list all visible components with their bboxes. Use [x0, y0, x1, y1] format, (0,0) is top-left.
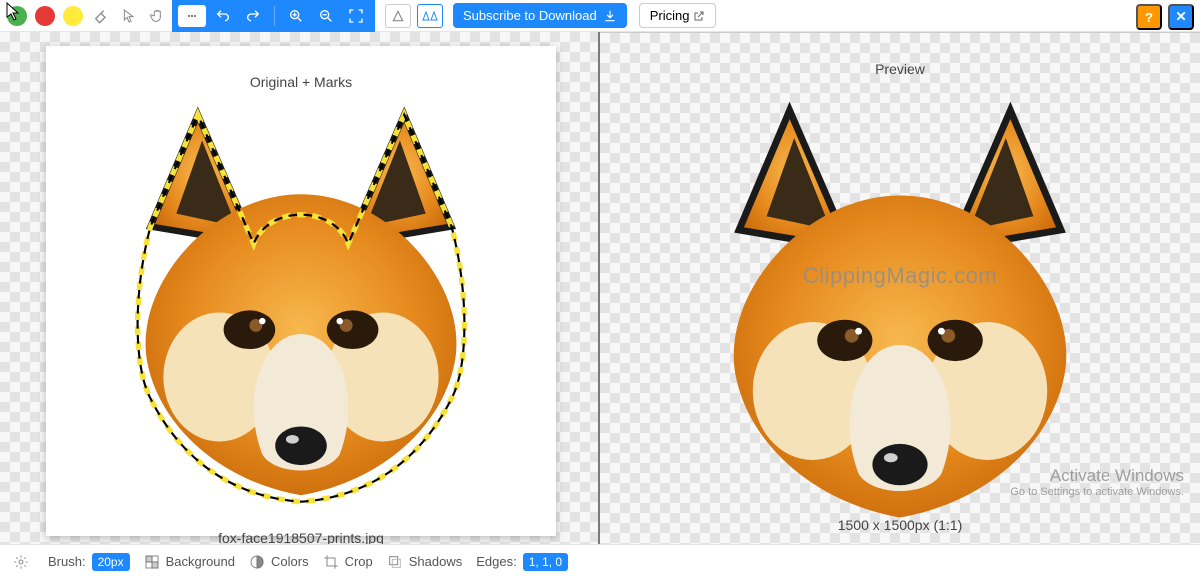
mark-tools-group	[4, 3, 170, 29]
undo-button[interactable]	[210, 3, 236, 29]
eraser-tool[interactable]	[88, 3, 114, 29]
download-icon	[603, 9, 617, 23]
pan-tool[interactable]	[144, 3, 170, 29]
zoom-out-button[interactable]	[313, 3, 339, 29]
options-dropdown[interactable]	[178, 5, 206, 27]
subscribe-label: Subscribe to Download	[463, 8, 597, 23]
edges-label: Edges:	[476, 554, 516, 569]
edges-value: 1, 1, 0	[523, 553, 568, 571]
external-link-icon	[693, 10, 705, 22]
brush-value: 20px	[92, 553, 130, 571]
checker-icon	[144, 554, 160, 570]
brush-size-control[interactable]: Brush: 20px	[48, 553, 130, 571]
original-canvas[interactable]: Original + Marks	[46, 46, 556, 536]
zoom-in-button[interactable]	[283, 3, 309, 29]
crop-control[interactable]: Crop	[323, 554, 373, 570]
crop-label: Crop	[345, 554, 373, 569]
preview-pane[interactable]: Preview	[600, 32, 1200, 544]
remove-mark-tool[interactable]	[35, 6, 55, 26]
brush-label: Brush:	[48, 554, 86, 569]
top-toolbar: Subscribe to Download Pricing	[0, 0, 1200, 32]
background-label: Background	[166, 554, 235, 569]
view-mode-group	[385, 4, 443, 28]
fit-screen-button[interactable]	[343, 3, 369, 29]
pricing-label: Pricing	[650, 8, 690, 23]
edit-controls-panel	[172, 0, 375, 32]
pricing-button[interactable]: Pricing	[639, 3, 717, 28]
dimensions-label: 1500 x 1500px (1:1)	[600, 517, 1200, 533]
background-control[interactable]: Background	[144, 554, 235, 570]
shadows-control[interactable]: Shadows	[387, 554, 462, 570]
gear-icon	[13, 554, 29, 570]
close-icon: ✕	[1175, 9, 1186, 25]
colors-label: Colors	[271, 554, 309, 569]
subscribe-download-button[interactable]: Subscribe to Download	[453, 3, 627, 28]
keep-mark-tool[interactable]	[7, 6, 27, 26]
preview-image	[670, 69, 1130, 529]
top-right-controls: ? ✕	[1136, 4, 1194, 30]
close-button[interactable]: ✕	[1168, 4, 1194, 30]
contrast-icon	[249, 554, 265, 570]
original-pane[interactable]: Original + Marks	[0, 32, 600, 544]
divider	[274, 6, 275, 26]
shadow-icon	[387, 554, 403, 570]
crop-icon	[323, 554, 339, 570]
colors-control[interactable]: Colors	[249, 554, 309, 570]
edges-control[interactable]: Edges: 1, 1, 0	[476, 553, 568, 571]
help-icon: ?	[1145, 10, 1153, 25]
bottom-toolbar: Brush: 20px Background Colors Crop Shado…	[0, 544, 1200, 578]
hair-tool[interactable]	[63, 6, 83, 26]
view-single-button[interactable]	[385, 4, 411, 28]
workspace: Original + Marks	[0, 32, 1200, 544]
shadows-label: Shadows	[409, 554, 462, 569]
help-button[interactable]: ?	[1136, 4, 1162, 30]
settings-button[interactable]	[8, 549, 34, 575]
pointer-tool[interactable]	[116, 3, 142, 29]
original-image	[86, 76, 516, 506]
redo-button[interactable]	[240, 3, 266, 29]
view-split-button[interactable]	[417, 4, 443, 28]
